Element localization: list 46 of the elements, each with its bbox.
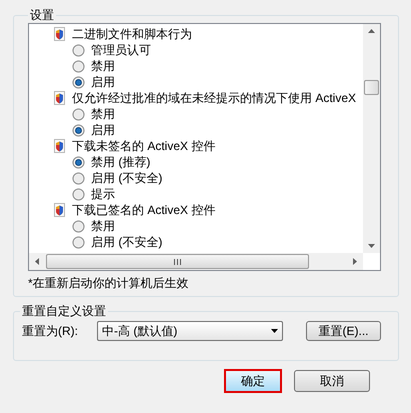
radio-option[interactable]: 启用 [72,74,115,90]
scrollbar-thumb[interactable] [364,80,379,95]
scroll-right-icon[interactable] [353,258,357,265]
scroll-up-icon[interactable] [368,29,375,33]
radio-option[interactable]: 启用 [72,122,115,138]
settings-shield-icon [54,27,65,41]
radio-button[interactable] [72,172,85,184]
radio-button[interactable] [72,156,85,168]
setting-heading: 下载已签名的 ActiveX 控件 [72,202,216,219]
settings-shield-icon [54,139,65,153]
scroll-down-icon[interactable] [368,244,375,248]
reset-label: 重置为(R): [22,323,79,340]
radio-option[interactable]: 禁用 (推荐) [72,154,150,170]
radio-button[interactable] [72,188,85,200]
group-title: 重置自定义设置 [21,304,107,318]
dropdown-arrow-icon [271,329,278,333]
radio-option[interactable]: 启用 (不安全) [72,234,162,250]
radio-button[interactable] [72,76,85,88]
settings-shield-icon [54,203,65,217]
setting-heading: 下载未签名的 ActiveX 控件 [72,138,216,155]
scrollbar-thumb[interactable] [46,254,309,269]
radio-button[interactable] [72,220,85,232]
radio-option[interactable]: 禁用 [72,218,115,234]
settings-shield-icon [54,91,65,105]
radio-button[interactable] [72,124,85,136]
dialog-button[interactable]: 确定 [224,369,282,393]
note-text: *在重新启动你的计算机后生效 [28,275,190,291]
scroll-left-icon[interactable] [35,258,39,265]
setting-heading: 仅允许经过批准的域在未经提示的情况下使用 ActiveX [72,90,356,107]
horizontal-scrollbar[interactable] [29,253,363,270]
radio-option[interactable]: 禁用 [72,106,115,122]
radio-option[interactable]: 提示 [72,186,115,202]
radio-button[interactable] [72,108,85,120]
group-title: 设置 [29,8,55,22]
level-dropdown[interactable]: 中-高 (默认值) [97,321,283,341]
radio-button[interactable] [72,60,85,72]
grip-icon [174,258,181,264]
reset-button[interactable]: 重置(E)... [306,321,381,341]
radio-button[interactable] [72,44,85,56]
radio-option[interactable]: 管理员认可 [72,42,151,58]
dialog-button[interactable]: 取消 [294,370,370,392]
radio-option[interactable]: 启用 (不安全) [72,170,162,186]
radio-option[interactable]: 禁用 [72,58,115,74]
vertical-scrollbar[interactable] [363,24,380,253]
radio-button[interactable] [72,236,85,248]
setting-heading: 二进制文件和脚本行为 [72,26,192,43]
